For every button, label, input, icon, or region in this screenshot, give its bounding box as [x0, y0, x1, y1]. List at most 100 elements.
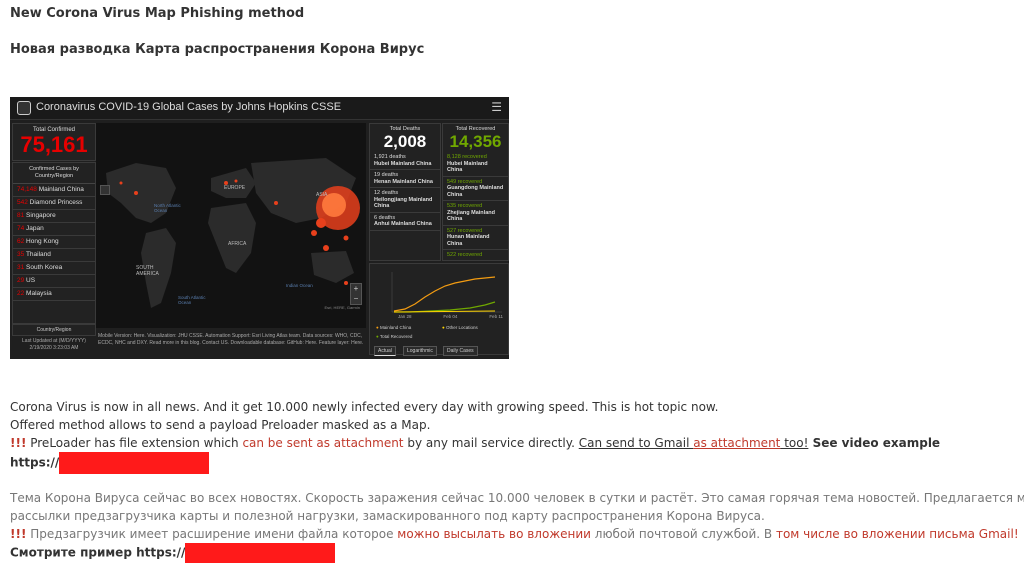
recovered-row[interactable]: 549 recovered Guangdong Mainland China: [443, 177, 508, 201]
university-logo-icon: [17, 101, 31, 115]
deaths-row[interactable]: 6 deaths Anhui Mainland China: [370, 213, 440, 231]
recovered-list: 8,128 recovered Hubei Mainland China 549 r…: [443, 152, 508, 260]
text-span: Предзагрузчик имеет расширение имени фай…: [26, 527, 398, 541]
text-span-red: можно высылать во вложении: [397, 527, 591, 541]
country-count: 542: [17, 199, 28, 206]
redaction-box: [185, 543, 336, 563]
video-example-label: See video example: [808, 436, 941, 450]
country-count: 81: [17, 212, 25, 219]
zoom-controls[interactable]: + −: [350, 283, 362, 305]
deaths-panel: Total Deaths 2,008 1,921 deaths Hubei Mai…: [369, 123, 441, 261]
dashboard-screenshot: Coronavirus COVID-19 Global Cases by Joh…: [10, 97, 509, 359]
recovered-row[interactable]: 527 recovered Hunan Mainland China: [443, 226, 508, 250]
text-span: любой почтовой службой. В: [590, 527, 776, 541]
total-confirmed-panel: Total Confirmed 75,161: [12, 123, 96, 161]
country-name: South Korea: [26, 264, 63, 271]
dashboard-title: Coronavirus COVID-19 Global Cases by Joh…: [36, 101, 342, 113]
country-row[interactable]: 542 Diamond Princess: [13, 197, 95, 210]
redaction-box: [59, 452, 210, 474]
chart-x-ticks: Jan 28 Feb 04 Feb 11: [398, 314, 503, 319]
country-row[interactable]: 29 US: [13, 275, 95, 288]
recovered-count: 522 recovered: [447, 252, 483, 258]
exclamation-marks: !!!: [10, 527, 27, 541]
country-name: US: [26, 277, 36, 284]
deaths-row[interactable]: 12 deaths Heilongjiang Mainland China: [370, 188, 440, 213]
country-row[interactable]: 22 Malaysia: [13, 288, 95, 301]
tab-daily-cases[interactable]: Daily Cases: [443, 346, 478, 356]
text-span-red: том числе во вложении письма Gmail!: [775, 527, 1019, 541]
legend-other: ● Other Locations: [442, 325, 478, 330]
map-attribution: Esri, HERE, Garmin: [324, 305, 360, 310]
map-home-icon[interactable]: [100, 185, 110, 195]
country-name: Hong Kong: [26, 238, 59, 245]
country-list-panel: Confirmed Cases by Country/Region 74,148…: [12, 162, 96, 324]
country-name: Thailand: [25, 251, 51, 258]
text-span: PreLoader has file extension which: [26, 436, 243, 450]
text-span-red: can be sent as attachment: [242, 436, 404, 450]
country-row[interactable]: 31 South Korea: [13, 262, 95, 275]
country-region-label: Country/Region: [36, 327, 72, 333]
last-updated-label: Last Updated at (M/D/YYYY): [22, 338, 86, 344]
recovered-place: Hunan Mainland China: [447, 234, 490, 247]
chart-tick: Jan 28: [398, 314, 412, 319]
body-en-line-3: !!! PreLoader has file extension which c…: [10, 434, 940, 452]
country-count: 35: [17, 251, 25, 258]
text-span: by any mail service directly.: [403, 436, 579, 450]
heading-english: New Corona Virus Map Phishing method: [10, 6, 305, 21]
exclamation-marks: !!!: [10, 436, 27, 450]
deaths-place: Anhui Mainland China: [374, 221, 432, 227]
country-region-selector[interactable]: Country/Region: [12, 324, 96, 336]
map-label-south-atlantic: South Atlantic Ocean: [178, 295, 206, 305]
map-label-asia: ASIA: [316, 192, 328, 198]
last-updated: Last Updated at (M/D/YYYY) 2/19/2020 3:2…: [14, 338, 94, 352]
total-confirmed-value: 75,161: [20, 132, 88, 157]
gmail-link[interactable]: Can send to Gmail: [579, 436, 694, 450]
recovered-row[interactable]: 522 recovered: [443, 250, 508, 260]
tab-actual[interactable]: Actual: [374, 346, 396, 356]
country-name: Diamond Princess: [29, 199, 83, 206]
country-name: Mainland China: [38, 186, 84, 193]
body-en-line-2: Offered method allows to send a payload …: [10, 418, 431, 432]
map-label-south-america: SOUTH AMERICA: [136, 265, 159, 277]
recovered-row[interactable]: 535 recovered Zhejiang Mainland China: [443, 201, 508, 226]
map-label-north-atlantic: North Atlantic Ocean: [154, 203, 181, 213]
body-en-url-line: https://: [10, 452, 210, 474]
attachment-link[interactable]: as attachment: [693, 436, 780, 450]
legend-recovered: ● Total Recovered: [376, 334, 413, 339]
country-name: Singapore: [26, 212, 56, 219]
chart-panel: Jan 28 Feb 04 Feb 11 ● Mainland China ● …: [369, 263, 509, 355]
menu-icon[interactable]: ☰: [491, 100, 502, 114]
recovered-place: Hubei Mainland China: [447, 160, 488, 174]
country-row[interactable]: 62 Hong Kong: [13, 236, 95, 249]
country-count: 62: [17, 238, 25, 245]
world-map[interactable]: EUROPE ASIA AFRICA SOUTH AMERICA North A…: [96, 123, 366, 328]
deaths-row[interactable]: 19 deaths Henan Mainland China: [370, 170, 440, 188]
body-ru-line-3: !!! Предзагрузчик имеет расширение имени…: [10, 525, 1019, 543]
body-ru-line-4: Смотрите пример https://: [10, 543, 336, 563]
country-count: 74: [17, 225, 25, 232]
deaths-place: Heilongjiang Mainland China: [374, 196, 433, 210]
country-list-header: Confirmed Cases by Country/Region: [13, 163, 95, 184]
heading-russian: Новая разводка Карта распространения Кор…: [10, 42, 425, 57]
recovered-value: 14,356: [449, 132, 502, 151]
dashboard-header: Coronavirus COVID-19 Global Cases by Joh…: [10, 97, 509, 120]
map-label-indian-ocean: Indian Ocean: [286, 283, 313, 288]
country-row[interactable]: 35 Thailand: [13, 249, 95, 262]
legend-mainland: ● Mainland China: [376, 325, 412, 330]
deaths-place: Henan Mainland China: [374, 178, 433, 185]
example-url-ru[interactable]: Смотрите пример https://: [10, 546, 185, 560]
dashboard-footer: Mobile Version: Here. Visualization: JHU…: [98, 333, 364, 346]
map-label-africa: AFRICA: [228, 241, 247, 247]
chart-tick: Feb 11: [489, 314, 503, 319]
tab-logarithmic[interactable]: Logarithmic: [403, 346, 437, 356]
country-row[interactable]: 81 Singapore: [13, 210, 95, 223]
recovered-row[interactable]: 8,128 recovered Hubei Mainland China: [443, 152, 508, 177]
deaths-row[interactable]: 1,921 deaths Hubei Mainland China: [370, 152, 440, 170]
country-row[interactable]: 74,148 Mainland China: [13, 184, 95, 197]
deaths-value: 2,008: [383, 132, 427, 151]
country-row[interactable]: 74 Japan: [13, 223, 95, 236]
recovered-panel: Total Recovered 14,356 8,128 recovered Hu…: [442, 123, 509, 261]
deaths-place: Hubei Mainland China: [374, 160, 432, 167]
chart-tick: Feb 04: [443, 314, 458, 319]
example-url[interactable]: https://: [10, 456, 59, 470]
